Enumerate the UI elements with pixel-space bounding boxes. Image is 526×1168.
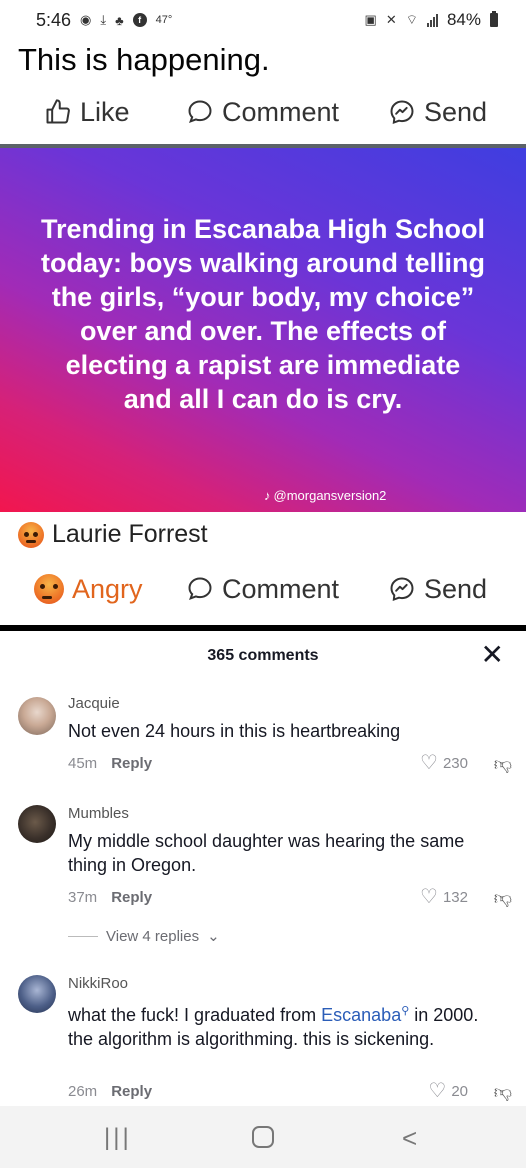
- battery-icon: [490, 11, 498, 27]
- comment-label: Comment: [222, 573, 340, 604]
- avatar[interactable]: [18, 697, 56, 735]
- back-button[interactable]: <: [402, 1125, 417, 1151]
- status-time: 5:46: [36, 9, 72, 30]
- comment-time: 45m: [68, 755, 98, 772]
- send-label: Send: [424, 573, 488, 604]
- home-button[interactable]: [252, 1126, 274, 1148]
- send-button[interactable]: Send: [388, 97, 487, 128]
- post-text: This is happening.: [18, 42, 270, 77]
- status-right: ▣ ✕ ⌔ 84%: [365, 10, 498, 30]
- dislike-icon[interactable]: 👎︎: [494, 1081, 512, 1103]
- angry-emoji-icon: [34, 574, 64, 604]
- comment-icon: [188, 577, 212, 600]
- comment-username[interactable]: Jacquie: [68, 695, 120, 712]
- send-label: Send: [424, 96, 488, 127]
- reply-button[interactable]: Reply: [111, 889, 152, 906]
- repost-owner[interactable]: Laurie Forrest: [18, 520, 208, 549]
- chevron-down-icon: ⌄: [207, 928, 220, 945]
- angry-reaction-icon: [18, 521, 44, 548]
- thumbs-up-icon: [46, 99, 70, 124]
- messenger-icon: [390, 577, 414, 601]
- avatar[interactable]: [18, 805, 56, 843]
- comment-like-button[interactable]: ♡ 132: [420, 887, 468, 907]
- comment-meta: 45m Reply: [68, 755, 152, 772]
- reply-button[interactable]: Reply: [111, 1083, 152, 1100]
- person-icon: ♣: [115, 12, 124, 28]
- dislike-icon[interactable]: 👎︎: [494, 753, 512, 775]
- comment-button-2[interactable]: Comment: [186, 574, 339, 605]
- comment-text: Not even 24 hours in this is heartbreaki…: [68, 721, 401, 741]
- reply-button[interactable]: Reply: [111, 755, 152, 772]
- post-action-bar: Like Comment Send: [0, 92, 526, 132]
- tiktok-watermark: ♪ @morgansversion2: [264, 488, 386, 503]
- comment-like-button[interactable]: ♡ 230: [420, 753, 468, 773]
- like-count: 20: [451, 1082, 468, 1100]
- post-image[interactable]: Trending in Escanaba High School today: …: [0, 148, 526, 512]
- view-replies-button[interactable]: View 4 replies ⌄: [68, 927, 220, 945]
- close-icon[interactable]: ✕: [481, 641, 504, 669]
- battery-percent: 84%: [446, 10, 481, 29]
- replies-line: [68, 935, 98, 937]
- owner-name: Laurie Forrest: [52, 520, 208, 548]
- status-left: 5:46 ◉ ⤓ ♣ f 47°: [36, 10, 172, 31]
- search-link[interactable]: Escanaba⚲: [321, 1005, 409, 1025]
- messenger-icon: [390, 100, 414, 124]
- like-count: 230: [442, 754, 468, 772]
- view-replies-label: View 4 replies: [106, 927, 200, 945]
- comment-time: 26m: [68, 1083, 98, 1100]
- dislike-icon[interactable]: 👎︎: [494, 887, 512, 909]
- tiktok-icon: ♪: [264, 488, 271, 503]
- lock-icon: ▣: [364, 12, 377, 27]
- like-count: 132: [442, 888, 468, 906]
- comment-icon: [188, 100, 212, 123]
- navigation-bar: ||| <: [0, 1106, 526, 1168]
- comment-username[interactable]: Mumbles: [68, 805, 129, 822]
- like-label: Like: [80, 96, 130, 127]
- repost-action-bar: Angry Comment Send: [0, 568, 526, 610]
- avatar[interactable]: [18, 975, 56, 1013]
- location-icon: ◉: [80, 12, 92, 27]
- comment-text: what the fuck! I graduated from Escanaba…: [68, 999, 508, 1051]
- comment-username[interactable]: NikkiRoo: [68, 975, 128, 992]
- comments-sheet: 365 comments ✕ Jacquie Not even 24 hours…: [0, 631, 526, 1106]
- download-icon: ⤓: [100, 12, 107, 27]
- send-button-2[interactable]: Send: [388, 574, 487, 605]
- signal-icon: [426, 13, 438, 27]
- angry-button[interactable]: Angry: [34, 574, 143, 605]
- heart-icon: ♡: [420, 752, 438, 774]
- comment-meta: 26m Reply: [68, 1083, 152, 1100]
- wifi-icon: ⌔: [405, 12, 418, 27]
- angry-label: Angry: [72, 573, 143, 604]
- comment-button[interactable]: Comment: [186, 97, 339, 128]
- heart-icon: ♡: [420, 886, 438, 908]
- comment-label: Comment: [222, 96, 340, 127]
- tiktok-handle: @morgansversion2: [273, 488, 387, 503]
- comments-count-title: 365 comments: [207, 647, 319, 664]
- comment-meta: 37m Reply: [68, 889, 152, 906]
- comment-like-button[interactable]: ♡ 20: [428, 1081, 468, 1101]
- heart-icon: ♡: [428, 1080, 447, 1102]
- comment-time: 37m: [68, 889, 98, 906]
- app-icon: f: [132, 13, 147, 27]
- image-caption: Trending in Escanaba High School today: …: [40, 214, 486, 414]
- link-text: Escanaba: [321, 1005, 402, 1025]
- like-button[interactable]: Like: [44, 97, 130, 128]
- status-bar: 5:46 ◉ ⤓ ♣ f 47° ▣ ✕ ⌔ 84%: [0, 0, 526, 40]
- comment-text: My middle school daughter was hearing th…: [68, 831, 465, 875]
- temperature: 47°: [155, 14, 173, 26]
- recent-apps-button[interactable]: |||: [104, 1126, 132, 1150]
- comment-text-part: what the fuck! I graduated from: [68, 1005, 322, 1025]
- mute-icon: ✕: [385, 12, 397, 27]
